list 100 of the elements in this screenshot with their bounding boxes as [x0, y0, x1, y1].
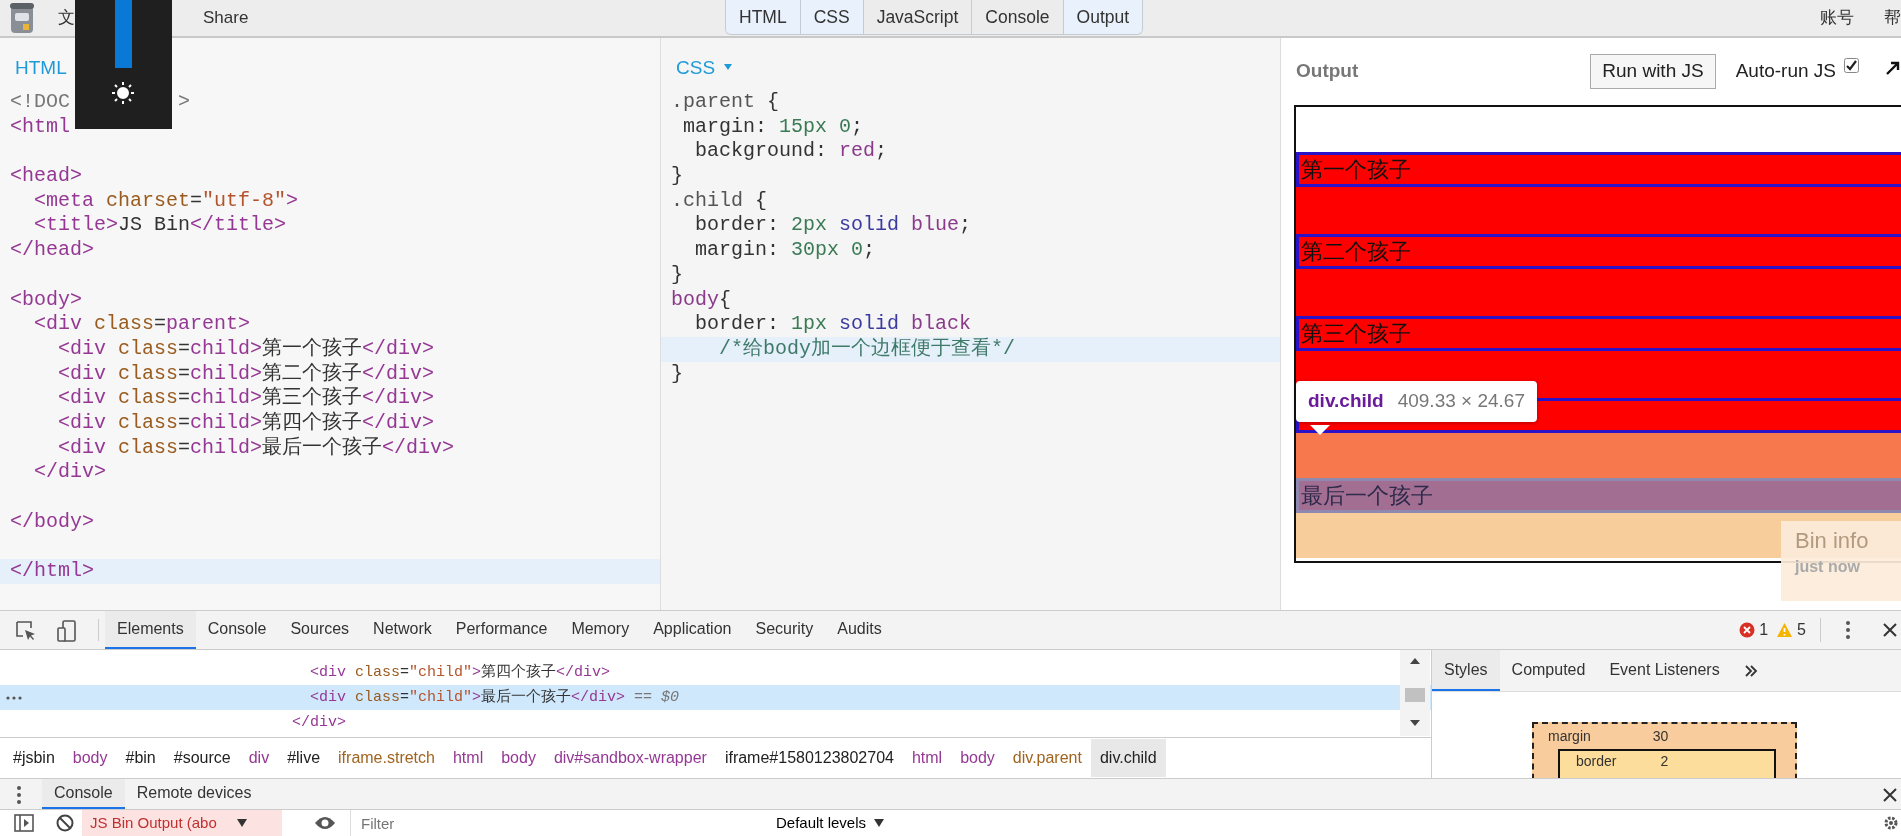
breadcrumb[interactable]: #live	[278, 738, 330, 777]
code-fragment: >	[178, 90, 191, 115]
code-line: </div>	[33, 460, 106, 485]
checkbox[interactable]	[1844, 58, 1859, 73]
breadcrumb[interactable]: div.child	[1090, 738, 1166, 777]
dom-node-line[interactable]: </div>	[0, 710, 1431, 735]
devtools-tab[interactable]: Memory	[559, 611, 642, 649]
code-line: <div class=child>第四个孩子</div>	[57, 410, 435, 436]
caret-icon	[236, 819, 247, 827]
breadcrumb[interactable]: #bin	[116, 738, 165, 777]
styles-tab[interactable]: Event Listeners	[1597, 650, 1732, 691]
context-select[interactable]: JS Bin Output (abo	[82, 810, 282, 836]
menu-item[interactable]: Share	[203, 5, 249, 31]
devtools-tab[interactable]: Security	[743, 611, 826, 649]
node-text: <div class="child">第四个孩子</div>	[310, 664, 611, 681]
arrow-icon[interactable]	[1885, 59, 1901, 76]
box-value: 2	[1660, 753, 1669, 770]
styles-tab[interactable]: Computed	[1499, 650, 1598, 691]
breadcrumb[interactable]: iframe#1580123802704	[715, 738, 903, 777]
code-line: <div class=child>第二个孩子</div>	[57, 361, 435, 386]
code-line: <html	[10, 114, 70, 140]
devtools-tab[interactable]: Application	[641, 611, 744, 649]
close-icon[interactable]	[1883, 788, 1897, 802]
more-icon[interactable]	[1845, 620, 1851, 640]
brightness-icon	[111, 81, 135, 105]
ellipsis-icon[interactable]	[6, 696, 22, 700]
node-text: <div class="child">最后一个孩子</div> == $0	[310, 689, 680, 706]
code-fragment: <!DOC	[10, 90, 70, 115]
trash-can-icon	[8, 1, 36, 35]
box-label: border	[1576, 753, 1617, 770]
code-line: .child {	[671, 188, 768, 214]
code-line: .parent {	[671, 90, 780, 115]
breadcrumb[interactable]: #jsbin	[4, 738, 64, 777]
dom-node-line[interactable]: <div class="child">第四个孩子</div>	[0, 660, 1431, 685]
breadcrumb[interactable]: div.parent	[1003, 738, 1091, 777]
breadcrumb[interactable]: html	[443, 738, 493, 777]
code-line: border: 2px solid blue;	[694, 213, 972, 239]
breadcrumb[interactable]: body	[63, 738, 117, 777]
breadcrumb[interactable]: body	[492, 738, 545, 777]
devtools-tab[interactable]: Console	[195, 611, 279, 649]
code-line: </html>	[10, 559, 94, 584]
error-count: 1	[1759, 620, 1769, 640]
breadcrumb[interactable]: body	[951, 738, 1004, 777]
menu-item[interactable]: 文	[58, 5, 75, 31]
code-line: margin: 30px 0;	[694, 238, 876, 263]
warning-icon	[1776, 622, 1794, 638]
checkbox-label: Auto-run JS	[1735, 59, 1836, 84]
devtools-tab[interactable]: Elements	[105, 611, 196, 649]
code-line: border: 1px solid black	[694, 312, 972, 337]
card-title: Bin info	[1795, 527, 1870, 555]
panel-tab[interactable]: CSS	[800, 0, 864, 34]
tooltip-size: 409.33 × 24.67	[1397, 389, 1525, 413]
devtools-tab[interactable]: Network	[361, 611, 444, 649]
code-line: <div class=child>第一个孩子</div>	[57, 336, 435, 362]
code-line: </body>	[10, 509, 94, 535]
error-icon	[1739, 622, 1756, 638]
block-icon[interactable]	[56, 814, 74, 832]
styles-tab[interactable]: Styles	[1432, 650, 1500, 691]
menu-item[interactable]: 帮	[1884, 5, 1901, 31]
code-line: <div class=child>最后一个孩子</div>	[57, 435, 455, 461]
menu-item[interactable]: 账号	[1820, 5, 1854, 31]
devtools-tab[interactable]: Sources	[278, 611, 362, 649]
sidebar-icon[interactable]	[14, 814, 34, 832]
code-line: }	[671, 361, 683, 387]
breadcrumb[interactable]: html	[902, 738, 952, 777]
eye-icon[interactable]	[314, 816, 336, 830]
child-block: 第三个孩子	[1296, 316, 1901, 351]
scrollbar[interactable]	[1400, 650, 1430, 736]
code-line: <div class=parent>	[33, 312, 251, 337]
breadcrumb[interactable]: div#sandbox-wrapper	[544, 738, 716, 777]
devtools-tab[interactable]: Performance	[443, 611, 560, 649]
box-label: margin	[1548, 728, 1591, 745]
code-line: <div class=child>第三个孩子</div>	[57, 386, 435, 411]
box-value: 30	[1652, 728, 1669, 745]
child-block: 第二个孩子	[1296, 234, 1901, 269]
drawer-tab[interactable]: Console	[42, 779, 125, 809]
warning-count: 5	[1797, 620, 1806, 640]
code-line: margin: 15px 0;	[682, 114, 864, 140]
code-line: <title>JS Bin</title>	[33, 213, 287, 239]
caret-icon[interactable]	[723, 62, 734, 72]
panel-tab[interactable]: HTML	[726, 0, 801, 34]
breadcrumb[interactable]: #source	[164, 738, 240, 777]
code-line: }	[671, 164, 683, 189]
chevron-icon[interactable]	[1743, 664, 1758, 678]
devtools-tab[interactable]: Audits	[825, 611, 894, 649]
child-block: 第一个孩子	[1296, 152, 1901, 187]
caret-icon	[874, 819, 885, 827]
breadcrumb[interactable]: div	[239, 738, 279, 777]
drawer-tab[interactable]: Remote devices	[124, 779, 264, 809]
run-button[interactable]: Run with JS	[1590, 54, 1716, 89]
panel-title: Output	[1296, 59, 1359, 84]
code-line: <body>	[10, 287, 82, 313]
close-icon[interactable]	[1883, 623, 1897, 637]
child-block: 最后一个孩子	[1296, 478, 1901, 513]
card-time: just now	[1795, 557, 1861, 577]
settings-icon[interactable]	[1883, 815, 1899, 831]
more-icon[interactable]	[16, 785, 22, 805]
levels-dropdown[interactable]: Default levels	[770, 810, 891, 836]
breadcrumb[interactable]: iframe.stretch	[329, 738, 444, 777]
panel-tab[interactable]: Output	[1063, 0, 1143, 34]
